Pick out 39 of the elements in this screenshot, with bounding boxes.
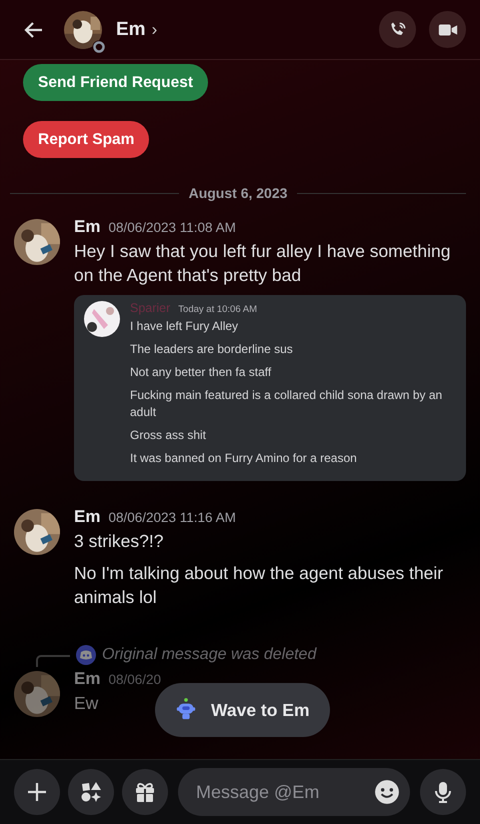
plus-icon	[25, 780, 49, 804]
action-button[interactable]: Report Spam	[23, 121, 150, 158]
shapes-icon	[79, 780, 103, 804]
quoted-text: The leaders are borderline sus	[130, 341, 294, 358]
microphone-button[interactable]	[420, 769, 466, 815]
message-field[interactable]: Message @Em	[178, 768, 410, 816]
video-call-button[interactable]	[429, 11, 466, 48]
voice-call-button[interactable]	[379, 11, 416, 48]
wave-button[interactable]: Wave to Em	[155, 683, 330, 737]
reply-reference[interactable]: Original message was deleted	[102, 646, 316, 664]
emoji-icon[interactable]	[374, 779, 400, 805]
date-divider: August 6, 2023	[188, 185, 288, 201]
reply-connector	[36, 655, 70, 667]
gift-icon	[133, 780, 157, 804]
quoted-text: Fucking main featured is a collared child sona drawn by an adult	[130, 387, 444, 421]
discord-logo-icon	[76, 645, 96, 665]
message-text: Hey I saw that you left fur alley I have something on the Agent that's pretty bad	[74, 240, 452, 287]
contact-name[interactable]: Em	[116, 18, 146, 40]
quoted-text: It was banned on Furry Amino for a reason	[130, 450, 358, 467]
author-name[interactable]: Em	[74, 507, 100, 527]
message-text: Ew	[74, 692, 98, 715]
status-ring-icon	[92, 40, 106, 54]
apps-button[interactable]	[68, 769, 114, 815]
quoted-timestamp: Today at 10:06 AM	[178, 304, 257, 315]
timestamp: 08/06/2023 11:08 AM	[108, 220, 236, 235]
chevron[interactable]: ›	[152, 20, 158, 40]
message-input[interactable]: Message @Em	[194, 780, 374, 804]
quoted-author: Sparier	[130, 301, 170, 315]
author-name[interactable]: Em	[74, 217, 100, 237]
message-text: 3 strikes?!?	[74, 530, 164, 553]
gift-button[interactable]	[122, 769, 168, 815]
message-text: No I'm talking about how the agent abuses their animals lol	[74, 562, 444, 609]
action-button[interactable]: Send Friend Request	[23, 64, 208, 101]
author-name[interactable]: Em	[74, 669, 100, 689]
quoted-text: I have left Fury Alley	[130, 318, 240, 335]
add-button[interactable]	[14, 769, 60, 815]
quoted-text: Gross ass shit	[130, 427, 208, 444]
timestamp: 08/06/2023 11:16 AM	[108, 510, 236, 525]
quoted-text: Not any better then fa staff	[130, 364, 272, 381]
